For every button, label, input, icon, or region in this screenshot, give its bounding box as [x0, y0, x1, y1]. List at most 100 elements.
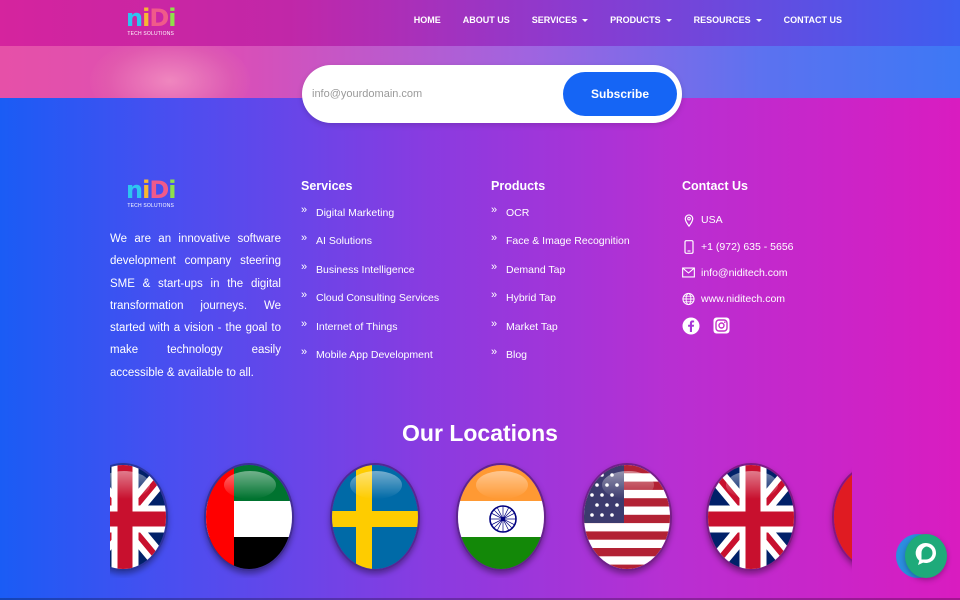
product-link[interactable]: » Market Tap	[491, 317, 630, 349]
service-label: Internet of Things	[316, 320, 398, 333]
services-heading: Services	[301, 179, 353, 193]
product-label: OCR	[506, 207, 530, 219]
nav-services-label: SERVICES	[531, 15, 578, 25]
chevron-right-icon: »	[301, 289, 308, 302]
facebook-icon[interactable]	[682, 317, 700, 335]
chevron-right-icon: »	[491, 204, 498, 216]
contact-phone[interactable]: +1 (972) 635 - 5656	[682, 233, 794, 259]
phone-text: +1 (972) 635 - 5656	[701, 240, 794, 253]
product-link[interactable]: » Face & Image Recognition	[491, 232, 630, 263]
newsletter-subscribe-form: Subscribe	[302, 65, 682, 123]
social-links	[682, 317, 794, 335]
nav-home-label: HOME	[413, 15, 441, 25]
phone-icon	[682, 239, 695, 254]
nav-products-label: PRODUCTS	[610, 15, 661, 25]
product-label: Demand Tap	[506, 263, 566, 276]
sweden-flag[interactable]	[330, 463, 420, 571]
chevron-right-icon: »	[491, 345, 498, 358]
logo-letter-i: i	[142, 4, 150, 32]
service-link[interactable]: » Digital Marketing	[301, 204, 439, 235]
logo-tagline: TECH SOLUTIONS	[127, 31, 175, 37]
service-label: Business Intelligence	[316, 263, 415, 276]
uk-flag[interactable]	[706, 463, 796, 571]
logo-letter-i2: i	[168, 176, 176, 204]
logo-letter-d: D	[149, 176, 169, 204]
logo-tagline: TECH SOLUTIONS	[127, 203, 175, 209]
service-link[interactable]: » Cloud Consulting Services	[301, 289, 440, 320]
uk-flag[interactable]	[110, 463, 168, 571]
usa-flag[interactable]	[582, 463, 672, 571]
service-link[interactable]: » Business Intelligence	[301, 260, 439, 292]
logo-wordmark: niDi	[126, 4, 177, 32]
logo-wordmark: niDi	[126, 176, 177, 204]
contact-column: Contact Us USA +1 (972) 635 - 5656 info@…	[682, 179, 794, 335]
nav-about-label: ABOUT US	[462, 15, 510, 25]
service-link[interactable]: » Internet of Things	[301, 317, 439, 349]
nav-contact-us[interactable]: CONTACT US	[784, 15, 842, 25]
chevron-down-icon	[755, 18, 762, 22]
product-label: Market Tap	[506, 320, 558, 333]
india-flag[interactable]	[456, 463, 546, 571]
chevron-right-icon: »	[301, 204, 308, 216]
contact-email[interactable]: info@niditech.com	[682, 260, 794, 286]
chevron-right-icon: »	[491, 232, 498, 245]
footer-logo[interactable]: niDi TECH SOLUTIONS	[126, 176, 177, 209]
product-link[interactable]: » OCR	[491, 204, 630, 235]
chevron-right-icon: »	[301, 232, 308, 245]
nav-products[interactable]: PRODUCTS	[610, 15, 672, 25]
header-logo[interactable]: niDi TECH SOLUTIONS	[126, 4, 177, 37]
service-label: Cloud Consulting Services	[316, 292, 440, 305]
product-label: Hybrid Tap	[506, 292, 556, 305]
nav-contact-label: CONTACT US	[783, 15, 842, 25]
chevron-down-icon	[582, 18, 589, 22]
contact-heading: Contact Us	[682, 179, 748, 193]
product-label: Face & Image Recognition	[506, 235, 630, 248]
logo-letter-d: D	[149, 4, 169, 32]
about-text: We are an innovative software developmen…	[110, 233, 281, 379]
service-label: AI Solutions	[316, 235, 373, 248]
contact-website[interactable]: www.niditech.com	[682, 286, 794, 312]
website-text: www.niditech.com	[701, 293, 786, 306]
hero-background-image	[90, 46, 250, 98]
chevron-down-icon	[665, 18, 672, 22]
nav-services[interactable]: SERVICES	[531, 15, 589, 25]
subscribe-button[interactable]: Subscribe	[563, 72, 677, 116]
logo-letter-i: i	[142, 176, 150, 204]
chat-button[interactable]	[905, 534, 947, 578]
nav-resources[interactable]: RESOURCES	[694, 15, 762, 25]
service-label: Digital Marketing	[316, 207, 395, 219]
instagram-icon[interactable]	[712, 317, 730, 335]
main-nav: HOME ABOUT US SERVICES PRODUCTS RESOURCE…	[414, 0, 842, 40]
product-link[interactable]: » Hybrid Tap	[491, 289, 630, 320]
chevron-right-icon: »	[491, 317, 498, 330]
email-input[interactable]	[312, 79, 552, 109]
email-text: info@niditech.com	[701, 266, 788, 279]
chevron-right-icon: »	[491, 289, 498, 302]
product-link[interactable]: » Demand Tap	[491, 260, 630, 292]
chevron-right-icon: »	[301, 260, 308, 273]
locations-carousel	[110, 458, 852, 578]
logo-letter-n: n	[126, 4, 143, 32]
nav-home[interactable]: HOME	[414, 15, 441, 25]
chat-bubble-icon	[914, 541, 938, 572]
globe-icon	[682, 293, 695, 306]
product-label: Blog	[506, 348, 528, 361]
services-column: Services » Digital Marketing » AI Solution…	[301, 179, 439, 377]
location-pin-icon	[682, 214, 695, 227]
partial-flag[interactable]	[832, 463, 852, 571]
mail-icon	[682, 266, 695, 279]
product-link[interactable]: » Blog	[491, 345, 630, 377]
top-navbar: niDi TECH SOLUTIONS HOME ABOUT US SERVIC…	[0, 0, 960, 46]
nav-about-us[interactable]: ABOUT US	[463, 15, 510, 25]
locations-heading: Our Locations	[402, 420, 558, 446]
products-column: Products » OCR » Face & Image Recognition …	[491, 179, 630, 377]
products-heading: Products	[491, 179, 546, 193]
chevron-right-icon: »	[301, 317, 308, 330]
uae-flag[interactable]	[204, 463, 294, 571]
service-label: Mobile App Development	[316, 348, 433, 361]
service-link[interactable]: » Mobile App Development	[301, 345, 439, 377]
chevron-right-icon: »	[301, 345, 308, 358]
service-link[interactable]: » AI Solutions	[301, 232, 439, 263]
chevron-right-icon: »	[491, 260, 498, 273]
logo-letter-i2: i	[168, 4, 176, 32]
